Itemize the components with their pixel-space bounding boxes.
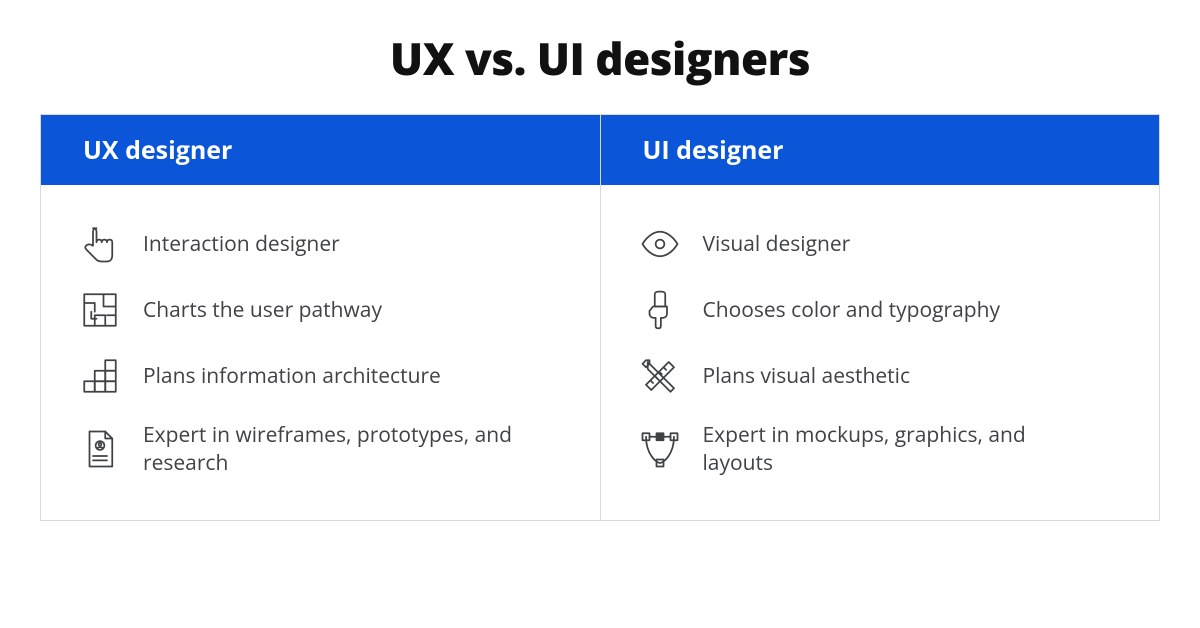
list-item: Visual designer xyxy=(639,211,1118,277)
ux-items-list: Interaction designer Charts the user pat… xyxy=(41,185,600,520)
ui-items-list: Visual designer Chooses color and typogr… xyxy=(601,185,1160,520)
paintbrush-icon xyxy=(639,289,681,331)
pointer-icon xyxy=(79,223,121,265)
vector-icon xyxy=(639,428,681,470)
ux-column-header: UX designer xyxy=(41,115,600,185)
maze-icon xyxy=(79,289,121,331)
comparison-table: UX designer Interaction designer xyxy=(40,114,1160,521)
ui-column-header: UI designer xyxy=(601,115,1160,185)
item-label: Interaction designer xyxy=(143,230,340,258)
item-label: Charts the user pathway xyxy=(143,296,382,324)
document-icon xyxy=(79,428,121,470)
item-label: Expert in wireframes, prototypes, and re… xyxy=(143,421,523,478)
list-item: Interaction designer xyxy=(79,211,558,277)
list-item: Expert in mockups, graphics, and layouts xyxy=(639,409,1118,490)
eye-icon xyxy=(639,223,681,265)
list-item: Expert in wireframes, prototypes, and re… xyxy=(79,409,558,490)
item-label: Visual designer xyxy=(703,230,851,258)
item-label: Plans visual aesthetic xyxy=(703,362,911,390)
item-label: Chooses color and typography xyxy=(703,296,1001,324)
list-item: Charts the user pathway xyxy=(79,277,558,343)
ux-designer-column: UX designer Interaction designer xyxy=(41,115,601,520)
list-item: Plans visual aesthetic xyxy=(639,343,1118,409)
item-label: Plans information architecture xyxy=(143,362,441,390)
ui-designer-column: UI designer Visual designer xyxy=(601,115,1160,520)
item-label: Expert in mockups, graphics, and layouts xyxy=(703,421,1083,478)
ruler-pencil-icon xyxy=(639,355,681,397)
page-title: UX vs. UI designers xyxy=(40,28,1160,88)
list-item: Plans information architecture xyxy=(79,343,558,409)
list-item: Chooses color and typography xyxy=(639,277,1118,343)
blocks-icon xyxy=(79,355,121,397)
